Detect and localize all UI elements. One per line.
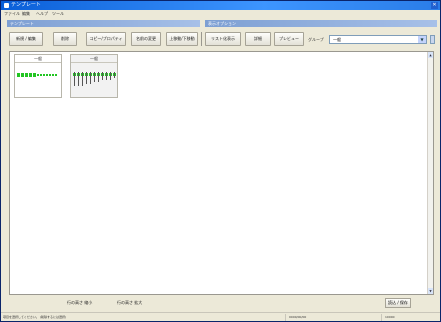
- status-message: 項目を選択してください。 (削除するには選択): [1, 314, 286, 321]
- title-bar: テンプレート ✕: [1, 1, 440, 10]
- settings-icon[interactable]: [430, 35, 435, 44]
- display-options-group-header: 表示オプション: [205, 20, 437, 27]
- row-height-expand[interactable]: 行の高さ 拡大: [117, 300, 142, 306]
- card-divider: [71, 62, 117, 63]
- group-select[interactable]: 一般 ▼: [329, 35, 427, 44]
- card-thumbnail: [17, 73, 57, 77]
- app-icon: [4, 3, 9, 8]
- chevron-down-icon[interactable]: ▼: [418, 36, 426, 43]
- card-title: 一般: [90, 56, 98, 61]
- preview-button[interactable]: プレビュー: [274, 32, 304, 46]
- template-group-header: テンプレート: [7, 20, 200, 27]
- delete-button[interactable]: 削除: [53, 32, 77, 46]
- template-canvas[interactable]: 一般 一般 ▲ ▼: [9, 51, 434, 295]
- menu-tools[interactable]: ツール: [52, 11, 64, 17]
- new-edit-button[interactable]: 新規 / 編集: [9, 32, 43, 46]
- menu-edit[interactable]: 編集: [22, 11, 30, 17]
- card-title: 一般: [34, 56, 42, 61]
- close-icon[interactable]: ✕: [431, 2, 438, 9]
- menu-bar: ファイル 編集 ヘルプ ツール: [1, 10, 440, 18]
- bottom-bar: 行の高さ 縮小 行の高さ 拡大 読込 / 保存: [1, 297, 440, 309]
- details-button[interactable]: 詳細: [245, 32, 271, 46]
- status-count: 10000: [385, 315, 395, 319]
- move-up-down-button[interactable]: 上移動/下移動: [166, 32, 198, 46]
- menu-file[interactable]: ファイル: [4, 11, 20, 17]
- card-thumbnail: [73, 72, 116, 86]
- template-card[interactable]: 一般: [14, 54, 62, 98]
- load-save-button[interactable]: 読込 / 保存: [385, 298, 411, 308]
- app-window: テンプレート ✕ ファイル 編集 ヘルプ ツール テンプレート 表示オプション …: [0, 0, 441, 322]
- rename-button[interactable]: 名前の変更: [131, 32, 161, 46]
- copy-properties-button[interactable]: コピー/プロパティ: [86, 32, 126, 46]
- toolbar-divider: [201, 32, 202, 46]
- group-select-value: 一般: [333, 37, 341, 42]
- menu-help[interactable]: ヘルプ: [36, 11, 48, 17]
- scroll-down-icon[interactable]: ▼: [428, 288, 433, 294]
- status-bar: 項目を選択してください。 (削除するには選択) 0000/00/00 10000: [1, 312, 440, 321]
- group-label: グループ: [308, 37, 324, 42]
- scroll-up-icon[interactable]: ▲: [428, 52, 433, 58]
- list-view-button[interactable]: リスト化表示: [205, 32, 241, 46]
- vertical-scrollbar[interactable]: ▲ ▼: [427, 52, 433, 294]
- card-divider: [15, 62, 61, 63]
- status-date: 0000/00/00: [287, 314, 382, 321]
- row-height-shrink[interactable]: 行の高さ 縮小: [67, 300, 92, 306]
- window-title: テンプレート: [11, 2, 41, 8]
- template-card[interactable]: 一般: [70, 54, 118, 98]
